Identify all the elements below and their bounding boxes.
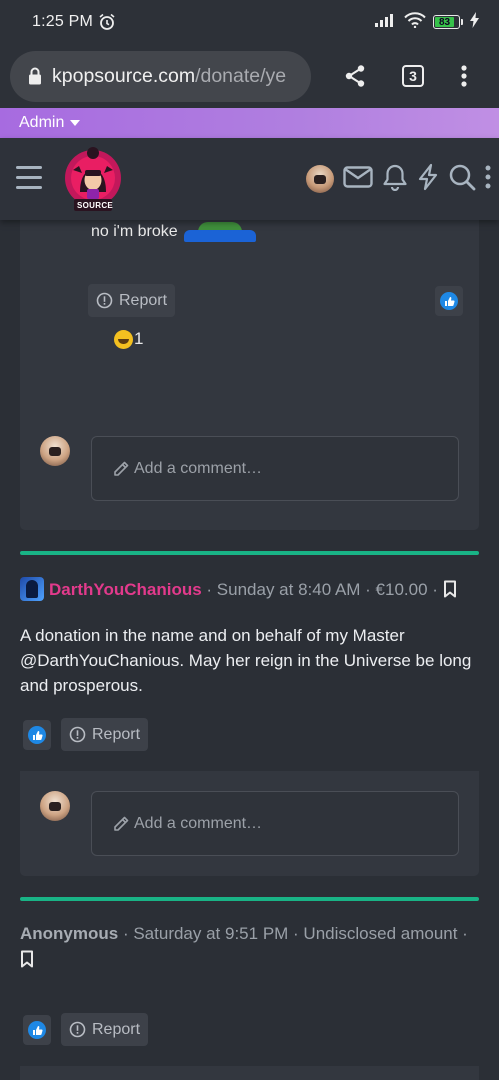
donation-divider [20, 551, 479, 555]
bell-icon[interactable] [382, 163, 408, 196]
like-button[interactable] [23, 1015, 51, 1045]
report-icon [69, 726, 86, 743]
url-path: /donate/ye [195, 64, 287, 87]
comment: no i'm broke [91, 222, 256, 242]
donation-header: Anonymous · Saturday at 9:51 PM · Undisc… [20, 921, 479, 976]
tab-switcher-button[interactable]: 3 [400, 44, 426, 108]
donor-name[interactable]: DarthYouChanious [49, 580, 202, 599]
tab-count: 3 [402, 65, 424, 87]
charging-icon [470, 11, 479, 33]
report-label: Report [92, 725, 141, 743]
page-content: no i'm broke Report 1 Add a comment… Dar… [0, 220, 499, 1080]
site-logo[interactable]: SOURCE [60, 142, 126, 214]
reaction-count: 1 [134, 329, 144, 348]
alarm-icon [98, 13, 116, 31]
site-header: SOURCE [0, 138, 499, 220]
thumbs-up-icon [28, 1021, 46, 1039]
mail-icon[interactable] [343, 165, 373, 193]
report-button[interactable]: Report [88, 284, 176, 317]
donation-meta: · Sunday at 8:40 AM · €10.00 · [201, 580, 443, 599]
commenter-avatar [40, 436, 70, 466]
donation-meta: · Saturday at 9:51 PM · Undisclosed amou… [118, 924, 468, 943]
battery-level: 83 [435, 17, 455, 28]
comment-placeholder: Add a comment… [134, 459, 263, 477]
donor-avatar[interactable] [20, 577, 44, 601]
wifi-icon [404, 11, 426, 33]
comment-placeholder: Add a comment… [134, 814, 263, 832]
logo-text: SOURCE [77, 201, 114, 210]
header-actions [306, 138, 491, 220]
battery-icon: 83 [433, 15, 463, 29]
url-domain: kpopsource.com [52, 64, 196, 87]
pencil-icon [114, 461, 129, 476]
donor-name: Anonymous [20, 924, 119, 943]
donation-card: no i'm broke Report 1 Add a comment… [20, 220, 479, 530]
report-button[interactable]: Report [61, 1013, 149, 1046]
reaction-summary[interactable]: 1 [114, 329, 143, 349]
status-bar: 1:25 PM 83 [0, 0, 499, 44]
browser-toolbar: kpopsource.com/donate/ye 3 [0, 44, 499, 108]
browser-menu-icon[interactable] [454, 44, 474, 108]
thumbs-up-icon [440, 292, 458, 310]
admin-label: Admin [19, 114, 65, 131]
laugh-emoji-icon [114, 329, 133, 349]
caret-down-icon [70, 120, 81, 126]
comment-box: Add a comment… [20, 771, 479, 876]
emoji-image [183, 222, 256, 242]
donation-message: A donation in the name and on behalf of … [20, 626, 472, 695]
comment-text: no i'm broke [91, 223, 178, 240]
address-bar[interactable]: kpopsource.com/donate/ye [10, 50, 311, 102]
donation-divider [20, 897, 479, 901]
url-text: kpopsource.com/donate/ye [52, 65, 286, 88]
more-options-icon[interactable] [485, 165, 491, 194]
signal-icon [375, 13, 397, 32]
user-avatar[interactable] [306, 165, 334, 193]
hamburger-menu-icon[interactable] [16, 166, 42, 196]
search-icon[interactable] [448, 163, 476, 196]
report-button[interactable]: Report [61, 718, 149, 751]
comment-input[interactable]: Add a comment… [91, 791, 459, 856]
commenter-avatar [40, 791, 70, 821]
share-icon[interactable] [340, 44, 370, 108]
report-icon [96, 292, 113, 309]
lock-icon [28, 67, 42, 85]
report-icon [69, 1021, 86, 1038]
status-time: 1:25 PM [32, 13, 93, 30]
bolt-icon[interactable] [417, 163, 439, 196]
like-button[interactable] [23, 720, 51, 750]
comment-box [20, 1066, 479, 1080]
bookmark-icon[interactable] [443, 580, 457, 606]
admin-menu[interactable]: Admin [0, 108, 499, 138]
comment-input[interactable]: Add a comment… [91, 436, 459, 501]
pencil-icon [114, 816, 129, 831]
donation-header: DarthYouChanious · Sunday at 8:40 AM · €… [20, 577, 479, 606]
thumbs-up-icon [28, 726, 46, 744]
bookmark-icon[interactable] [20, 950, 34, 976]
like-button[interactable] [435, 286, 463, 316]
report-label: Report [119, 291, 168, 309]
report-label: Report [92, 1020, 141, 1038]
